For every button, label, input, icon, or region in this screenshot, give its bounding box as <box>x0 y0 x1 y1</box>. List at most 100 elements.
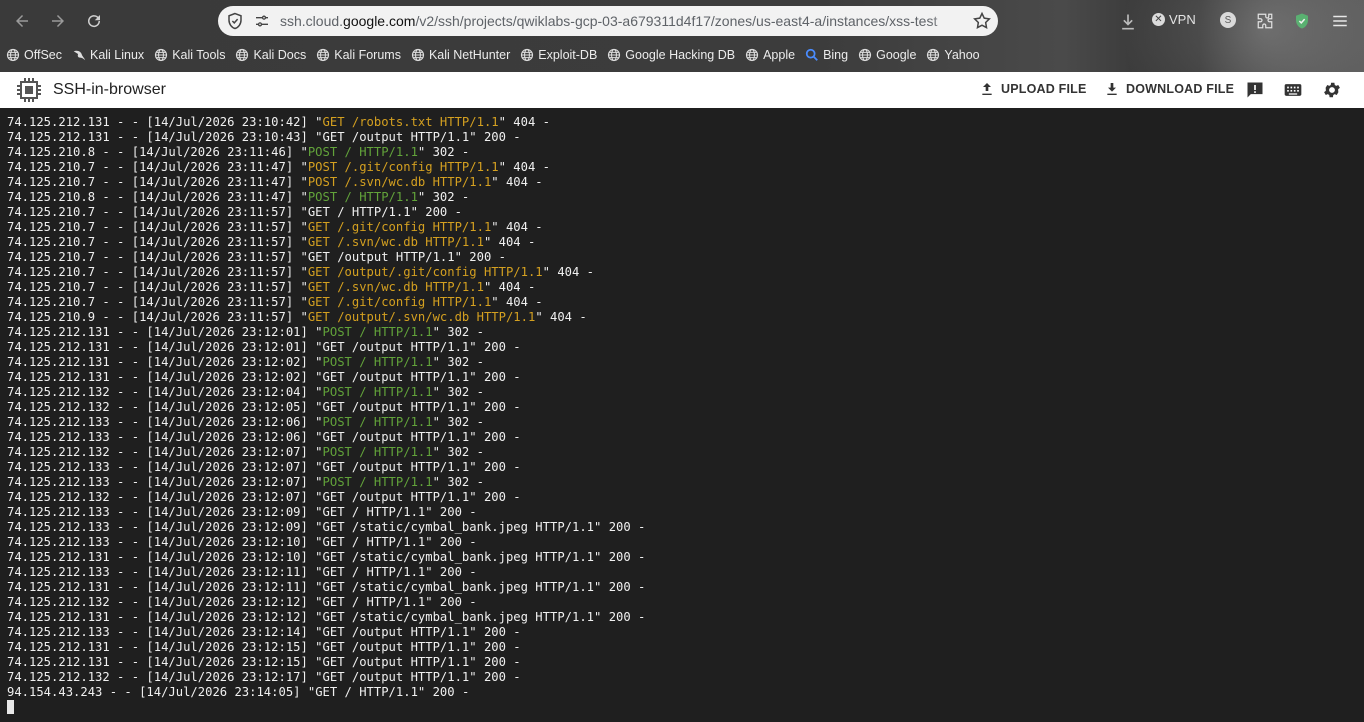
upload-file-button[interactable]: UPLOAD FILE <box>979 81 1087 97</box>
log-line: 74.125.212.133 - - [14/Jul/2026 23:12:06… <box>7 415 645 430</box>
log-status: " 404 - <box>483 280 536 294</box>
log-status: " 404 - <box>542 265 595 279</box>
log-line: 74.125.212.131 - - [14/Jul/2026 23:12:12… <box>7 610 645 625</box>
log-prefix: 74.125.212.131 - - [14/Jul/2026 23:10:43… <box>7 130 323 144</box>
shield-icon[interactable] <box>226 12 244 30</box>
url-prefix: ssh.cloud. <box>280 13 344 29</box>
extensions-puzzle-icon[interactable] <box>1256 12 1274 30</box>
security-extension-icon[interactable] <box>1293 12 1311 30</box>
log-prefix: 74.125.212.131 - - [14/Jul/2026 23:12:02… <box>7 355 323 369</box>
bookmark-label: Kali Docs <box>253 48 307 62</box>
terminal[interactable]: 74.125.212.131 - - [14/Jul/2026 23:10:42… <box>0 108 1364 722</box>
search-icon <box>805 48 819 62</box>
log-line: 74.125.212.131 - - [14/Jul/2026 23:12:11… <box>7 580 645 595</box>
bookmark-item[interactable]: Apple <box>745 48 795 62</box>
log-line: 74.125.212.132 - - [14/Jul/2026 23:12:12… <box>7 595 645 610</box>
log-request: GET / HTTP/1.1 <box>307 205 411 219</box>
bookmark-label: Google <box>876 48 917 62</box>
globe-icon <box>858 48 872 62</box>
log-request: POST / HTTP/1.1 <box>322 325 433 339</box>
log-line: 74.125.212.133 - - [14/Jul/2026 23:12:14… <box>7 625 645 640</box>
compute-chip-icon <box>17 78 41 102</box>
log-prefix: 74.125.212.132 - - [14/Jul/2026 23:12:07… <box>7 445 323 459</box>
globe-icon <box>411 48 425 62</box>
download-file-button[interactable]: DOWNLOAD FILE <box>1104 81 1234 97</box>
log-status: " 200 - <box>454 250 506 264</box>
globe-icon <box>607 48 621 62</box>
log-prefix: 74.125.210.7 - - [14/Jul/2026 23:11:57] … <box>7 250 308 264</box>
log-line: 74.125.212.132 - - [14/Jul/2026 23:12:17… <box>7 670 645 685</box>
log-status: " 302 - <box>417 145 470 159</box>
site-settings-icon[interactable] <box>254 13 270 29</box>
log-line: 74.125.212.131 - - [14/Jul/2026 23:12:02… <box>7 370 645 385</box>
bookmark-item[interactable]: Kali Tools <box>154 48 225 62</box>
log-status: " 302 - <box>432 355 484 369</box>
profile-avatar[interactable]: S <box>1220 12 1236 28</box>
menu-icon[interactable] <box>1331 12 1349 30</box>
log-prefix: 94.154.43.243 - - [14/Jul/2026 23:14:05]… <box>7 685 316 699</box>
log-prefix: 74.125.212.131 - - [14/Jul/2026 23:12:01… <box>7 325 323 339</box>
log-status: " 200 - <box>469 655 521 669</box>
log-status: " 200 - <box>425 535 477 549</box>
log-line: 74.125.212.132 - - [14/Jul/2026 23:12:05… <box>7 400 645 415</box>
back-button[interactable] <box>10 9 34 33</box>
bookmark-label: Apple <box>763 48 796 62</box>
log-request: GET / HTTP/1.1 <box>322 505 426 519</box>
log-line: 74.125.212.133 - - [14/Jul/2026 23:12:06… <box>7 430 645 445</box>
log-prefix: 74.125.212.133 - - [14/Jul/2026 23:12:10… <box>7 535 323 549</box>
bookmark-item[interactable]: Exploit-DB <box>520 48 597 62</box>
settings-gear-icon[interactable] <box>1322 80 1342 100</box>
reload-icon <box>88 15 101 28</box>
browser-toolbar: ssh.cloud.google.com/v2/ssh/projects/qwi… <box>0 0 1364 72</box>
bookmark-item[interactable]: Kali Forums <box>316 48 401 62</box>
bookmark-item[interactable]: Kali Linux <box>72 48 144 62</box>
log-request: GET /output/.svn/wc.db HTTP/1.1 <box>307 310 536 324</box>
log-line: 74.125.210.7 - - [14/Jul/2026 23:11:57] … <box>7 250 645 265</box>
log-status: " 200 - <box>469 625 521 639</box>
vpn-extension[interactable]: ✕ VPN <box>1152 12 1196 27</box>
keyboard-icon[interactable] <box>1283 80 1303 100</box>
terminal-output: 74.125.212.131 - - [14/Jul/2026 23:10:42… <box>7 115 645 715</box>
log-line: 74.125.212.131 - - [14/Jul/2026 23:10:43… <box>7 130 645 145</box>
log-status: " 302 - <box>432 325 484 339</box>
bookmark-item[interactable]: Google <box>858 48 916 62</box>
log-line: 74.125.210.7 - - [14/Jul/2026 23:11:57] … <box>7 265 645 280</box>
log-status: " 200 - <box>469 340 521 354</box>
log-request: POST /.git/config HTTP/1.1 <box>307 160 499 174</box>
downloads-icon[interactable] <box>1118 12 1138 32</box>
address-bar[interactable]: ssh.cloud.google.com/v2/ssh/projects/qwi… <box>218 6 998 36</box>
forward-button[interactable] <box>46 9 70 33</box>
bookmark-item[interactable]: Kali NetHunter <box>411 48 510 62</box>
ssh-header: SSH-in-browser UPLOAD FILE DOWNLOAD FILE <box>0 72 1364 108</box>
log-request: GET /.git/config HTTP/1.1 <box>307 220 492 234</box>
bookmark-item[interactable]: Kali Docs <box>235 48 306 62</box>
bookmark-item[interactable]: OffSec <box>6 48 62 62</box>
log-prefix: 74.125.212.131 - - [14/Jul/2026 23:12:01… <box>7 340 323 354</box>
log-prefix: 74.125.212.131 - - [14/Jul/2026 23:12:11… <box>7 580 323 594</box>
log-status: " 404 - <box>491 175 543 189</box>
log-line: 74.125.212.132 - - [14/Jul/2026 23:12:07… <box>7 490 645 505</box>
log-line: 74.125.212.131 - - [14/Jul/2026 23:12:15… <box>7 655 645 670</box>
log-line: 74.125.212.131 - - [14/Jul/2026 23:12:02… <box>7 355 645 370</box>
log-line: 74.125.212.133 - - [14/Jul/2026 23:12:07… <box>7 475 645 490</box>
log-status: " 200 - <box>469 400 521 414</box>
log-prefix: 74.125.212.132 - - [14/Jul/2026 23:12:07… <box>7 490 323 504</box>
log-request: GET / HTTP/1.1 <box>322 565 426 579</box>
log-prefix: 74.125.210.8 - - [14/Jul/2026 23:11:46] … <box>7 145 308 159</box>
bookmark-label: Kali Linux <box>89 48 145 62</box>
bookmark-item[interactable]: Google Hacking DB <box>607 48 735 62</box>
bookmark-item[interactable]: Bing <box>805 48 848 62</box>
bookmarks-bar: OffSec Kali Linux Kali Tools Kali Docs Kali … <box>0 44 990 66</box>
prompt-line[interactable] <box>7 700 645 715</box>
log-line: 74.125.210.7 - - [14/Jul/2026 23:11:57] … <box>7 280 645 295</box>
log-status: " 404 - <box>498 160 550 174</box>
log-prefix: 74.125.212.133 - - [14/Jul/2026 23:12:06… <box>7 430 323 444</box>
reload-button[interactable] <box>82 9 106 33</box>
bookmark-item[interactable]: Yahoo <box>926 48 980 62</box>
log-request: POST /.svn/wc.db HTTP/1.1 <box>307 175 492 189</box>
feedback-icon[interactable] <box>1245 80 1265 100</box>
url-text[interactable]: ssh.cloud.google.com/v2/ssh/projects/qwi… <box>280 13 937 29</box>
log-prefix: 74.125.212.133 - - [14/Jul/2026 23:12:11… <box>7 565 323 579</box>
bookmark-star-icon[interactable] <box>972 11 992 31</box>
bookmark-label: Bing <box>823 48 849 62</box>
